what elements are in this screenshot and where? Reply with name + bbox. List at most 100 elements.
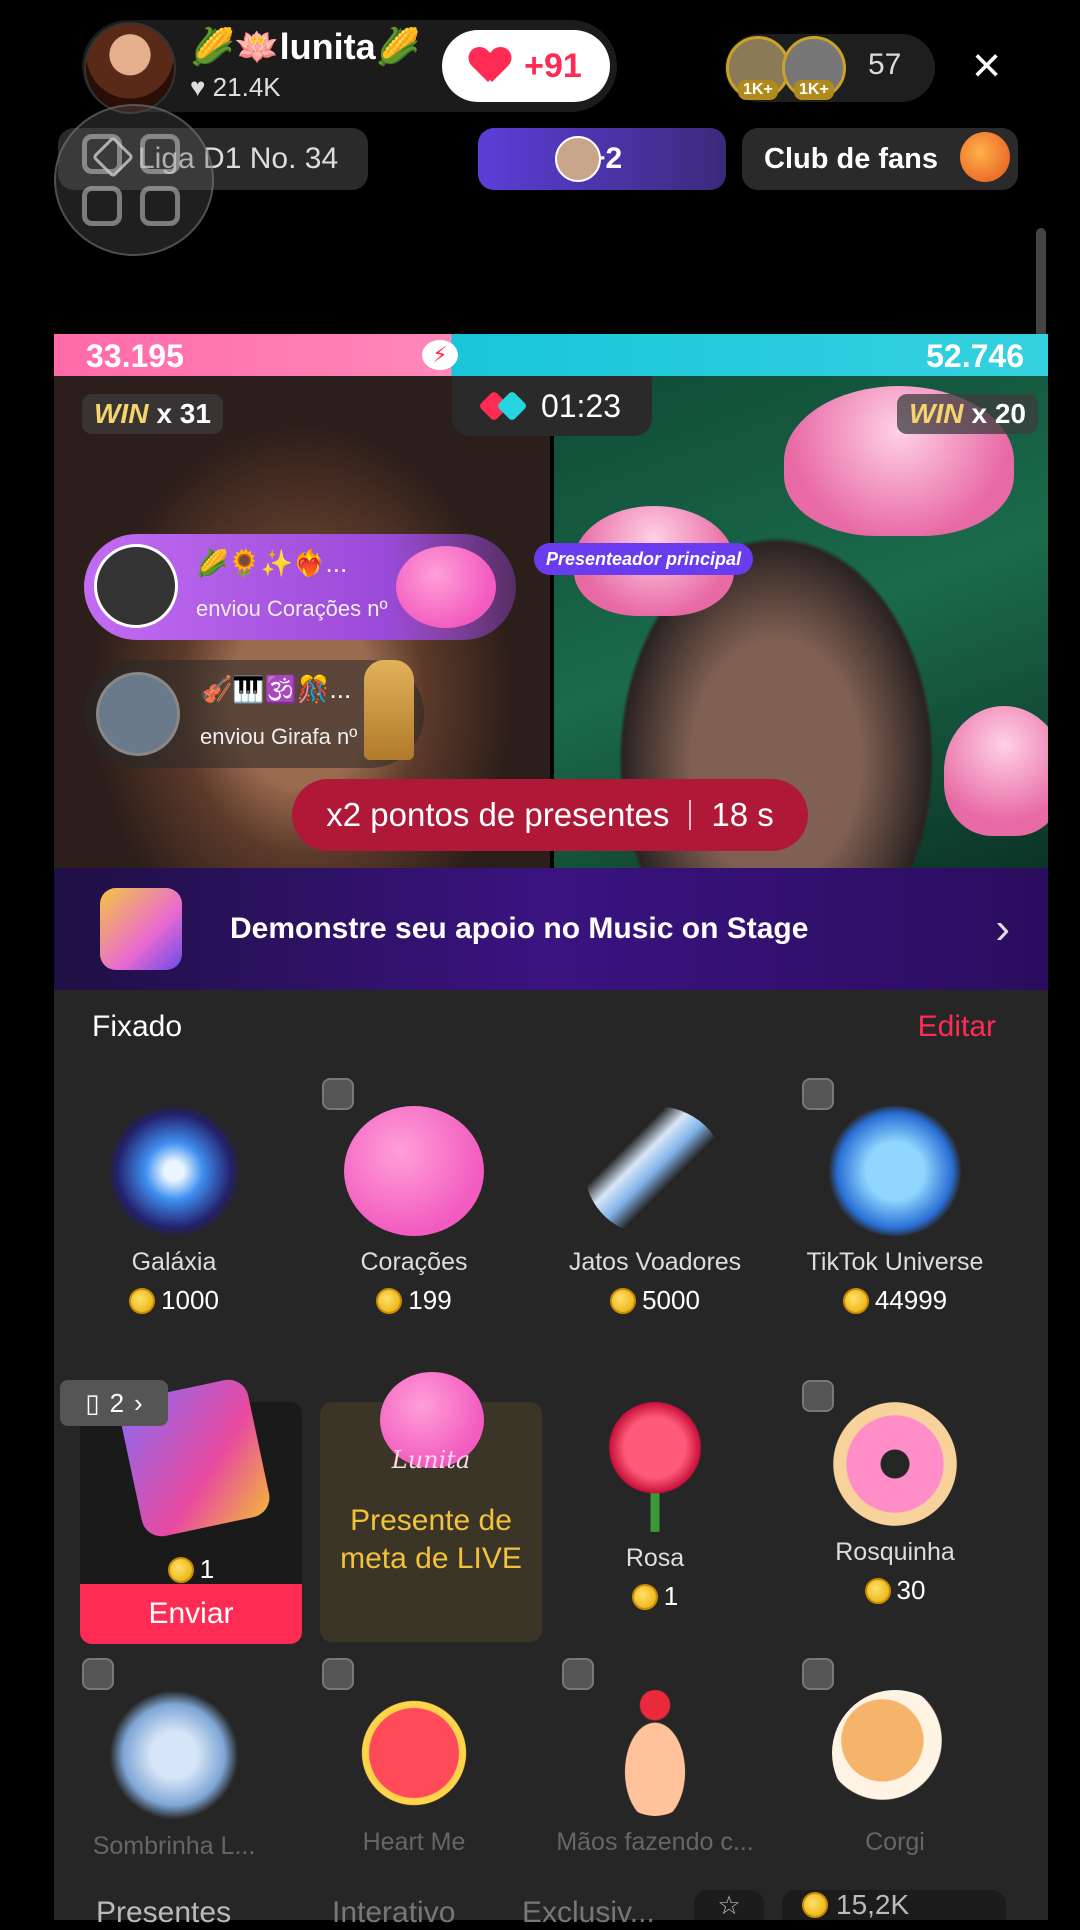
heart-outline-icon (322, 1658, 354, 1690)
gift-item-rosa[interactable]: Rosa 1 (535, 1402, 775, 1612)
live-goal-text: Presente de meta de LIVE (320, 1502, 542, 1578)
gift-price: 1 (80, 1554, 302, 1585)
goal-text-line: meta de LIVE (340, 1542, 522, 1575)
gift-price-value: 1 (199, 1554, 215, 1584)
close-icon[interactable]: × (972, 40, 1001, 90)
hearts-gift-icon (344, 1106, 484, 1236)
gift-name: Sombrinha L... (92, 1832, 256, 1860)
gift-tabs: Presentes Interativo Exclusiv... ☆ 15,2K (54, 1889, 1048, 1929)
gift-price: 5000 (535, 1285, 775, 1316)
follow-like-button[interactable]: +91 (442, 30, 610, 102)
grid-square (140, 186, 180, 226)
fans-club-label: Club de fans (764, 142, 939, 175)
score-marker-icon: ⚡ (422, 340, 458, 370)
win-streak-right: WIN x 20 (897, 394, 1038, 434)
score-right: 52.746 (926, 338, 1024, 374)
gift-price: 1000 (54, 1285, 294, 1316)
win-label: WIN (909, 398, 964, 429)
ticket-count-badge[interactable]: ▯ 2 › (60, 1380, 168, 1426)
gift-item-jatos[interactable]: Jatos Voadores 5000 (535, 1106, 775, 1316)
music-stage-icon (100, 888, 182, 970)
gift-item-coracoes[interactable]: Corações 199 (294, 1106, 534, 1316)
finger-heart-gift-icon (605, 1690, 705, 1816)
gift-item-heart-me[interactable]: Heart Me (294, 1690, 534, 1857)
gift-name: Jatos Voadores (568, 1248, 742, 1276)
boost-time: 18 s (711, 796, 774, 833)
pinned-label: Fixado (92, 1010, 183, 1043)
like-plus-count: +91 (524, 46, 582, 85)
grid-overlay-icon[interactable] (54, 104, 214, 256)
universe-gift-icon (825, 1106, 965, 1236)
battle-timer: 01:23 (452, 376, 652, 436)
gift-price-value: 199 (408, 1285, 452, 1315)
chevron-right-icon: › (995, 904, 1010, 953)
hearts-gift-icon (396, 546, 496, 628)
gift-item-tiktok-universe[interactable]: TikTok Universe 44999 (775, 1106, 1015, 1316)
win-label: WIN (94, 398, 149, 429)
host-avatar[interactable] (84, 22, 176, 114)
gift-price-value: 44999 (874, 1285, 948, 1315)
co-host-button[interactable]: +2 (478, 128, 726, 190)
rose-gift-icon (600, 1402, 710, 1532)
coin-icon (376, 1287, 403, 1314)
timer-value: 01:23 (540, 387, 622, 424)
tab-presentes[interactable]: Presentes (96, 1896, 231, 1930)
coin-balance: 15,2K (836, 1889, 910, 1920)
sender-avatar (94, 544, 178, 628)
tab-interativo[interactable]: Interativo (332, 1896, 455, 1930)
coin-icon (842, 1287, 869, 1314)
win-count: x 31 (156, 398, 211, 429)
viewer-badge: 1K+ (738, 80, 778, 100)
gift-item-maos[interactable]: Mãos fazendo c... (535, 1690, 775, 1857)
viewer-count[interactable]: 57 (868, 48, 901, 82)
star-icon[interactable]: ☆ (694, 1890, 764, 1920)
umbrella-gift-icon (109, 1690, 239, 1820)
edit-button[interactable]: Editar (918, 1010, 996, 1044)
gift-sent-text: enviou Girafa nº (200, 724, 358, 749)
coin-balance-button[interactable]: 15,2K (782, 1889, 1006, 1920)
versus-icon (483, 391, 527, 421)
heart-me-gift-icon (351, 1690, 477, 1816)
divider (689, 800, 692, 830)
gift-price-value: 30 (896, 1575, 926, 1605)
coin-icon (864, 1577, 891, 1604)
gift-price-value: 1000 (161, 1285, 219, 1315)
music-on-stage-banner[interactable]: Demonstre seu apoio no Music on Stage › (54, 868, 1048, 990)
banner-text: Demonstre seu apoio no Music on Stage (230, 912, 809, 945)
gift-item-corgi[interactable]: Corgi (775, 1690, 1015, 1857)
send-button[interactable]: Enviar (80, 1584, 302, 1644)
gift-name: TikTok Universe (806, 1248, 984, 1276)
boost-text: x2 pontos de presentes (326, 796, 670, 833)
host-likes: ♥ 21.4K (190, 72, 281, 102)
phone-icon: ▯ (85, 1387, 100, 1418)
tab-exclusivo[interactable]: Exclusiv... (522, 1896, 655, 1930)
heart-icon (470, 48, 510, 84)
profile-badge-icon (802, 1658, 834, 1690)
gift-name: Galáxia (131, 1248, 217, 1276)
sender-name: 🌽🌻✨❤️‍🔥... (196, 548, 348, 578)
scrollbar[interactable] (1036, 228, 1046, 338)
goal-logo: Lunita (391, 1446, 471, 1474)
donut-gift-icon (833, 1402, 957, 1526)
coin-icon (167, 1556, 194, 1583)
gift-name: Corgi (865, 1828, 925, 1856)
gift-item-sombrinha[interactable]: Sombrinha L... (54, 1690, 294, 1861)
gift-price-value: 5000 (642, 1285, 700, 1315)
win-streak-left: WIN x 31 (82, 394, 223, 434)
viewer-badge: 1K+ (794, 80, 834, 100)
co-host-avatar (555, 136, 601, 182)
gift-price: 199 (294, 1285, 534, 1316)
gift-name: Rosa (625, 1544, 685, 1572)
grid-square (140, 134, 180, 174)
gift-item-galaxia[interactable]: Galáxia 1000 (54, 1106, 294, 1316)
sender-avatar (96, 672, 180, 756)
gift-sent-text: enviou Corações nº (196, 596, 388, 621)
gift-price: 1 (535, 1581, 775, 1612)
host-name[interactable]: 🌽🪷lunita🌽 (190, 26, 420, 68)
coin-icon (802, 1892, 828, 1918)
lotus-flower (944, 706, 1048, 836)
coin-icon (631, 1583, 658, 1610)
gift-item-rosquinha[interactable]: Rosquinha 30 (775, 1402, 1015, 1606)
goal-text-line: Presente de (350, 1504, 512, 1537)
coin-icon (129, 1287, 156, 1314)
